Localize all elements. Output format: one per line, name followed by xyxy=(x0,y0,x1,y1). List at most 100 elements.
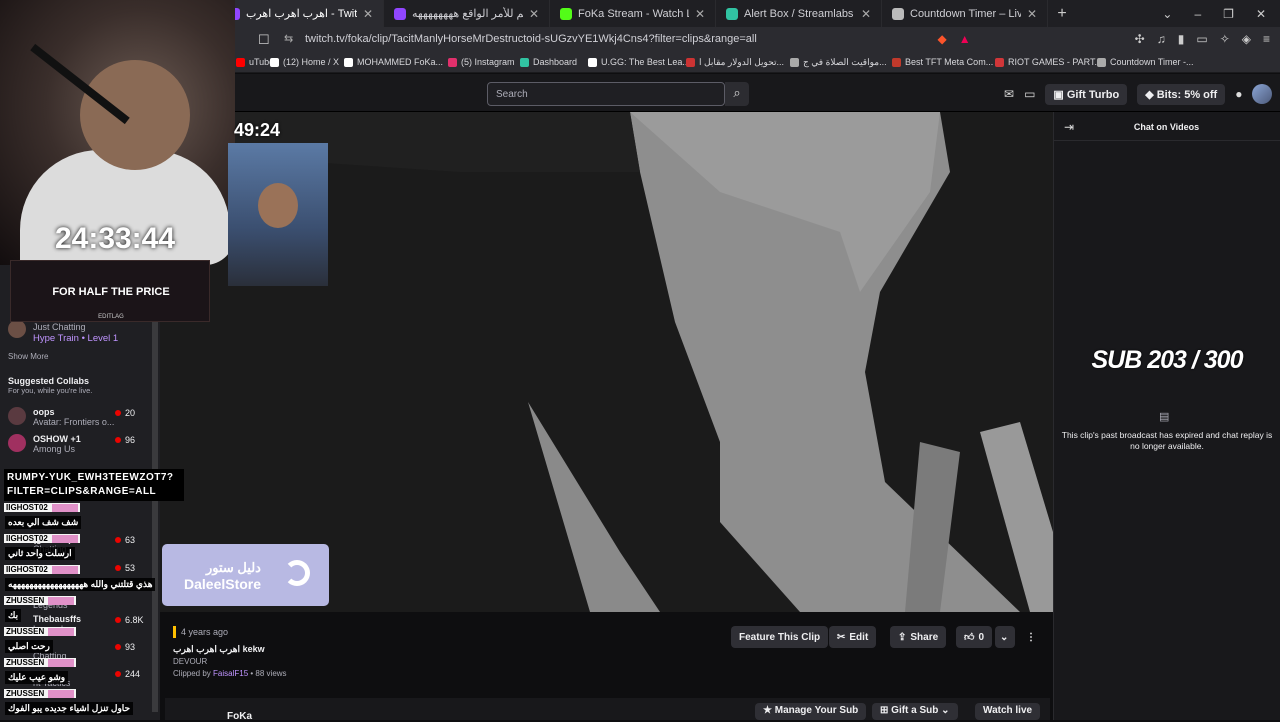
sidebar-viewer-count: 6.8K xyxy=(115,615,144,625)
show-more-link[interactable]: Show More xyxy=(8,352,48,361)
restore-icon[interactable]: ❐ xyxy=(1223,7,1234,21)
browser-tab[interactable]: استسلم للأمر الواقع ههههههههه - Twitch ✕ xyxy=(384,0,550,27)
bits-button[interactable]: ◆ Bits: 5% off xyxy=(1137,83,1226,105)
leo-icon[interactable]: ✧ xyxy=(1220,32,1230,46)
browser-tab[interactable]: FoKa Stream - Watch Live on Kick ✕ xyxy=(550,0,716,27)
tab-close-icon[interactable]: ✕ xyxy=(695,7,705,21)
url-overlay-line1: RUMPY-YUK_EWH3TEEWZOT7? xyxy=(7,472,174,483)
clip-title: اهرب اهرب اهرب kekw xyxy=(173,644,265,654)
chat-divider xyxy=(1054,140,1280,141)
close-window-icon[interactable]: ✕ xyxy=(1256,7,1266,21)
inbox-icon[interactable]: ✉ xyxy=(1004,87,1014,101)
chat-message: بك xyxy=(5,609,22,622)
bookmark-item[interactable]: مواقيت الصلاة في ج... xyxy=(790,57,887,68)
chat-username-text: IIGHOST02 xyxy=(6,565,48,574)
feature-clip-label: Feature This Clip xyxy=(739,631,821,643)
share-button[interactable]: ⇪ Share xyxy=(890,626,947,648)
new-tab-button[interactable]: + xyxy=(1048,5,1076,23)
bookmark-item[interactable]: uTube xyxy=(236,57,274,67)
minimize-icon[interactable]: – xyxy=(1194,7,1201,21)
bookmark-item[interactable]: U.GG: The Best Lea... xyxy=(588,57,690,67)
edit-button[interactable]: ✂ Edit xyxy=(829,626,877,648)
daleel-store-ad: دليل ستور DaleelStore xyxy=(162,544,329,606)
channel-avatar[interactable] xyxy=(8,320,26,338)
inset-face xyxy=(258,183,298,228)
clip-age: 4 years ago xyxy=(181,627,229,637)
tab-label: Alert Box / Streamlabs xyxy=(744,7,854,20)
tab-favicon-icon xyxy=(726,7,738,20)
daleel-logo-icon xyxy=(284,560,310,586)
tab-close-icon[interactable]: ✕ xyxy=(529,7,539,21)
vpn-icon[interactable]: ◈ xyxy=(1242,32,1251,46)
whispers-icon[interactable]: ▭ xyxy=(1024,87,1035,101)
chat-username: ZHUSSEN xyxy=(4,689,77,698)
tab-label: استسلم للأمر الواقع ههههههههه - Twitch xyxy=(412,8,523,20)
viewer-count-value: 96 xyxy=(125,435,136,445)
gift-turbo-label: Gift Turbo xyxy=(1066,88,1120,101)
bookmark-icon[interactable]: ☐ xyxy=(258,32,270,48)
channel-avatar[interactable] xyxy=(8,434,26,452)
tab-list-icon[interactable]: ⌄ xyxy=(1162,7,1172,21)
tab-close-icon[interactable]: ✕ xyxy=(861,7,871,21)
hype-train-label: Hype Train • Level 1 xyxy=(33,333,119,344)
url-field[interactable]: twitch.tv/foka/clip/TacitManlyHorseMrDes… xyxy=(305,33,757,45)
clip-game[interactable]: DEVOUR xyxy=(173,657,207,666)
daleel-arabic-text: دليل ستور xyxy=(206,560,261,575)
sidebar-channel-game: Avatar: Frontiers o... xyxy=(33,417,115,427)
gift-turbo-button[interactable]: ▣ Gift Turbo xyxy=(1045,83,1128,105)
wallet-icon[interactable]: ▭ xyxy=(1196,32,1207,46)
live-dot-icon xyxy=(115,617,121,623)
browser-tab[interactable]: اهرب اهرب اهرب - Twitch ✕ xyxy=(218,0,384,27)
browser-tab[interactable]: Countdown Timer – Livestreamer Hu ✕ xyxy=(882,0,1048,27)
watch-live-label: Watch live xyxy=(983,705,1033,716)
window-controls: ⌄ – ❐ ✕ xyxy=(1162,7,1280,21)
bookmark-item[interactable]: RIOT GAMES - PART... xyxy=(995,57,1102,67)
sidebar-viewer-count: 20 xyxy=(115,408,135,418)
channel-avatar[interactable] xyxy=(8,407,26,425)
suggested-collabs-sub: For you, while you're live. xyxy=(8,386,93,395)
promo-banner: FOR HALF THE PRICE EDITLAG xyxy=(10,260,210,322)
bookmark-item[interactable]: Countdown Timer -... xyxy=(1097,57,1194,67)
bookmark-item[interactable]: (12) Home / X xyxy=(270,57,339,67)
tab-close-icon[interactable]: ✕ xyxy=(363,7,373,21)
clip-views: • 88 views xyxy=(250,669,287,678)
live-dot-icon xyxy=(115,671,121,677)
brave-shield-icon[interactable]: ◆ xyxy=(938,32,947,46)
sidebar-toggle-icon[interactable]: ▮ xyxy=(1178,32,1185,46)
url-overlay: RUMPY-YUK_EWH3TEEWZOT7? FILTER=CLIPS&RAN… xyxy=(4,469,184,501)
site-info-icon[interactable]: ⇆ xyxy=(284,32,293,45)
bookmark-item[interactable]: Dashboard xyxy=(520,57,577,67)
sidebar-channel-name[interactable]: OSHOW +1 xyxy=(33,434,81,444)
bookmark-item[interactable]: MOHAMMED FoKa... xyxy=(344,57,443,67)
channel-name[interactable]: FoKa xyxy=(227,711,252,722)
extensions-icon[interactable]: ✣ xyxy=(1135,32,1145,46)
feature-clip-button[interactable]: Feature This Clip xyxy=(731,626,829,648)
bookmark-favicon-icon xyxy=(520,57,529,67)
bookmark-item[interactable]: Best TFT Meta Com... xyxy=(892,57,993,67)
notifications-icon[interactable]: ● xyxy=(1235,87,1242,101)
sidebar-channel-name[interactable]: oops xyxy=(33,407,55,417)
clipper-link[interactable]: FaisalF15 xyxy=(213,669,248,678)
more-options-button[interactable]: ⋮ xyxy=(1020,626,1038,648)
browser-tab[interactable]: Alert Box / Streamlabs ✕ xyxy=(716,0,882,27)
media-icon[interactable]: ♫ xyxy=(1157,32,1166,46)
manage-sub-button[interactable]: ★ Manage Your Sub xyxy=(755,703,867,720)
user-avatar[interactable] xyxy=(1252,84,1273,104)
menu-icon[interactable]: ≡ xyxy=(1263,32,1270,46)
like-button[interactable]: 👍︎ 0 xyxy=(956,626,993,648)
countdown-timer: 24:33:44 xyxy=(54,222,176,255)
gift-sub-button[interactable]: ⊞ Gift a Sub ⌄ xyxy=(872,703,958,720)
like-dropdown-button[interactable]: ⌄ xyxy=(995,626,1015,648)
rewards-icon[interactable]: ▲ xyxy=(959,32,971,46)
bookmark-favicon-icon xyxy=(448,57,457,67)
tab-close-icon[interactable]: ✕ xyxy=(1027,7,1037,21)
search-input[interactable]: Search xyxy=(487,82,725,106)
sidebar-channel-name[interactable]: Thebausffs xyxy=(33,614,81,624)
bookmark-item[interactable]: (5) Instagram xyxy=(448,57,515,67)
watch-live-button[interactable]: Watch live xyxy=(975,703,1041,720)
chat-badge-icon xyxy=(48,596,75,605)
search-icon[interactable]: ⌕ xyxy=(725,82,749,106)
share-icon: ⇪ xyxy=(898,631,907,643)
chat-badge-icon xyxy=(51,565,78,574)
bookmark-item[interactable]: تحويل الدولار مقابل ا... xyxy=(686,57,784,68)
